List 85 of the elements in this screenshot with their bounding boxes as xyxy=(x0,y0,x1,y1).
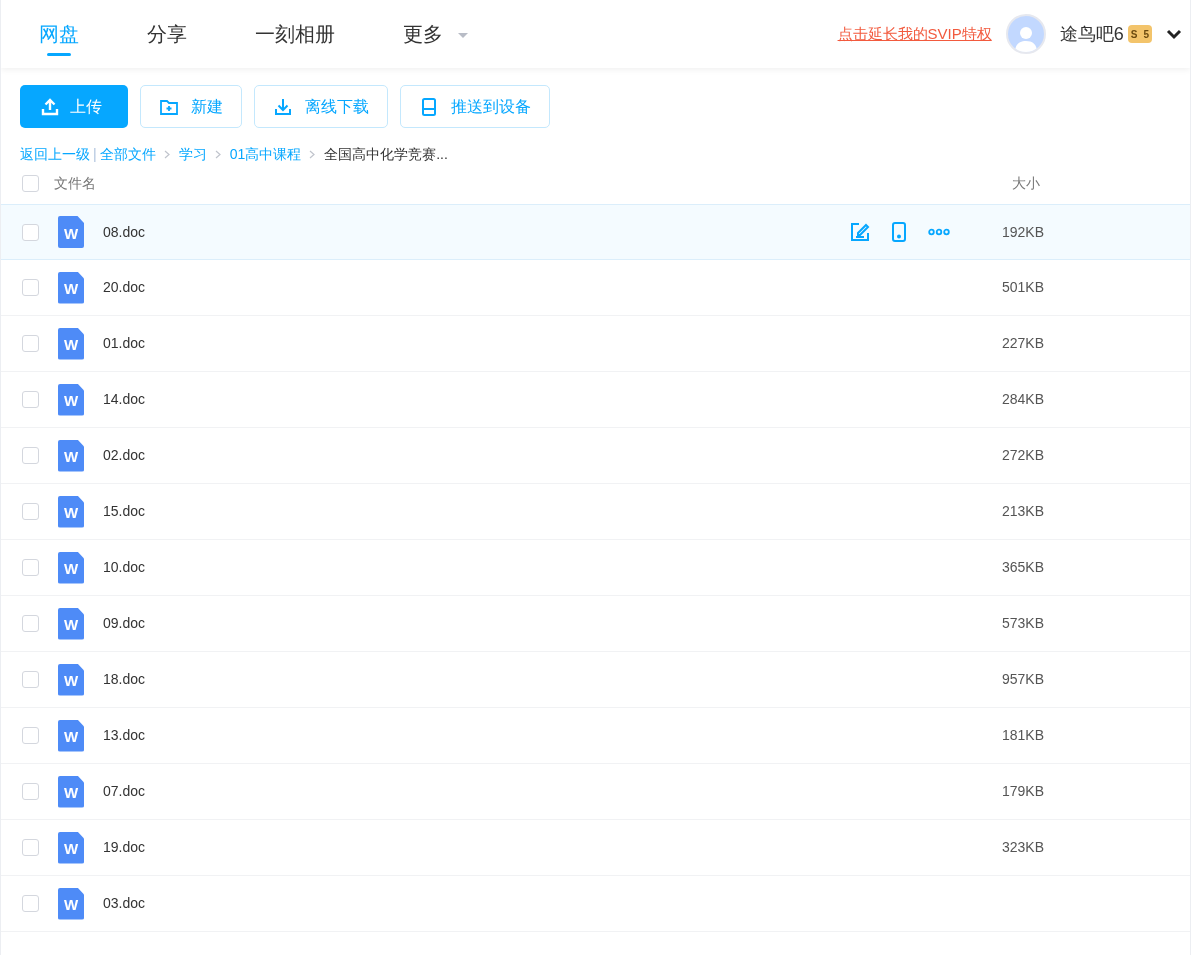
file-name[interactable]: 01.doc xyxy=(103,333,146,354)
nav-tab[interactable]: 一刻相册 xyxy=(255,0,335,68)
column-header[interactable]: 大小 xyxy=(1012,172,1040,194)
file-size: 213KB xyxy=(1000,502,1044,521)
word-file-icon: W xyxy=(58,383,84,416)
chevron-down-icon[interactable] xyxy=(1166,28,1182,40)
file-size: 957KB xyxy=(1000,670,1044,689)
file-name[interactable]: 02.doc xyxy=(103,445,146,466)
download-icon xyxy=(273,96,293,117)
file-name[interactable]: 14.doc xyxy=(103,389,146,410)
file-size: 365KB xyxy=(1000,558,1044,577)
word-file-icon: W xyxy=(58,719,84,752)
checkbox[interactable] xyxy=(22,174,39,192)
file-row[interactable]: W 08.doc 192KB xyxy=(1,204,1190,260)
checkbox[interactable] xyxy=(22,335,39,352)
word-file-icon: W xyxy=(58,887,84,920)
word-file-icon: W xyxy=(58,327,84,360)
checkbox[interactable] xyxy=(22,391,39,408)
file-row[interactable]: W 14.doc 284KB xyxy=(1,372,1190,428)
avatar[interactable] xyxy=(1005,14,1046,54)
file-size: 501KB xyxy=(1000,278,1044,297)
word-file-icon: W xyxy=(58,607,84,640)
file-name[interactable]: 10.doc xyxy=(103,557,146,578)
file-size: 179KB xyxy=(1000,782,1044,801)
file-name[interactable]: 09.doc xyxy=(103,613,146,634)
word-file-icon: W xyxy=(58,439,84,472)
file-name[interactable]: 20.doc xyxy=(103,277,146,298)
file-row[interactable]: W 01.doc 227KB xyxy=(1,316,1190,372)
file-size: 284KB xyxy=(1000,390,1044,409)
checkbox[interactable] xyxy=(22,223,39,241)
file-size: 181KB xyxy=(1000,726,1044,745)
tablet-icon xyxy=(419,96,439,117)
upload-icon xyxy=(40,96,60,117)
file-size: 573KB xyxy=(1000,614,1044,633)
checkbox[interactable] xyxy=(22,895,39,912)
file-row[interactable]: W 02.doc 272KB xyxy=(1,428,1190,484)
file-name[interactable]: 08.doc xyxy=(103,221,146,243)
file-row[interactable]: W 15.doc 213KB xyxy=(1,484,1190,540)
file-name[interactable]: 18.doc xyxy=(103,669,146,690)
file-name[interactable]: 15.doc xyxy=(103,501,146,522)
vip-badge: S 5 xyxy=(1127,25,1152,43)
word-file-icon: W xyxy=(58,551,84,584)
file-row[interactable]: W 10.doc 365KB xyxy=(1,540,1190,596)
file-row[interactable]: W 07.doc 179KB xyxy=(1,764,1190,820)
file-size: 323KB xyxy=(1000,838,1044,857)
file-size: 192KB xyxy=(1000,222,1044,242)
checkbox[interactable] xyxy=(22,615,39,632)
checkbox[interactable] xyxy=(22,447,39,464)
chevron-right-icon xyxy=(309,149,317,159)
word-file-icon: W xyxy=(58,775,84,808)
phone-icon[interactable] xyxy=(890,222,908,242)
checkbox[interactable] xyxy=(22,503,39,520)
checkbox[interactable] xyxy=(22,671,39,688)
file-name[interactable]: 13.doc xyxy=(103,725,146,746)
word-file-icon: W xyxy=(58,663,84,696)
nav-tab[interactable]: 分享 xyxy=(147,0,187,68)
checkbox[interactable] xyxy=(22,783,39,800)
more-icon[interactable] xyxy=(928,228,950,236)
file-row[interactable]: W 09.doc 573KB xyxy=(1,596,1190,652)
edit-icon[interactable] xyxy=(850,222,870,242)
chevron-right-icon xyxy=(214,149,222,159)
breadcrumb-current: 全国高中化学竞赛... xyxy=(324,144,448,164)
checkbox[interactable] xyxy=(22,727,39,744)
file-name[interactable]: 07.doc xyxy=(103,781,146,802)
word-file-icon: W xyxy=(58,831,84,864)
checkbox[interactable] xyxy=(22,279,39,296)
file-size: 272KB xyxy=(1000,446,1044,465)
nav-tab[interactable]: 更多 xyxy=(403,0,469,68)
word-file-icon: W xyxy=(58,216,84,248)
file-name[interactable]: 03.doc xyxy=(103,893,146,914)
file-row[interactable]: W 18.doc 957KB xyxy=(1,652,1190,708)
file-row[interactable]: W 03.doc xyxy=(1,876,1190,932)
file-name[interactable]: 19.doc xyxy=(103,837,146,858)
checkbox[interactable] xyxy=(22,839,39,856)
file-row[interactable]: W 20.doc 501KB xyxy=(1,260,1190,316)
word-file-icon: W xyxy=(58,495,84,528)
chevron-right-icon xyxy=(163,149,171,159)
user-name[interactable]: 途鸟吧6 xyxy=(1059,20,1124,48)
column-header[interactable]: 文件名 xyxy=(54,172,96,194)
file-row[interactable]: W 19.doc 323KB xyxy=(1,820,1190,876)
breadcrumb-separator: | xyxy=(93,144,97,164)
file-row[interactable]: W 13.doc 181KB xyxy=(1,708,1190,764)
word-file-icon: W xyxy=(58,271,84,304)
checkbox[interactable] xyxy=(22,559,39,576)
file-size: 227KB xyxy=(1000,334,1044,353)
